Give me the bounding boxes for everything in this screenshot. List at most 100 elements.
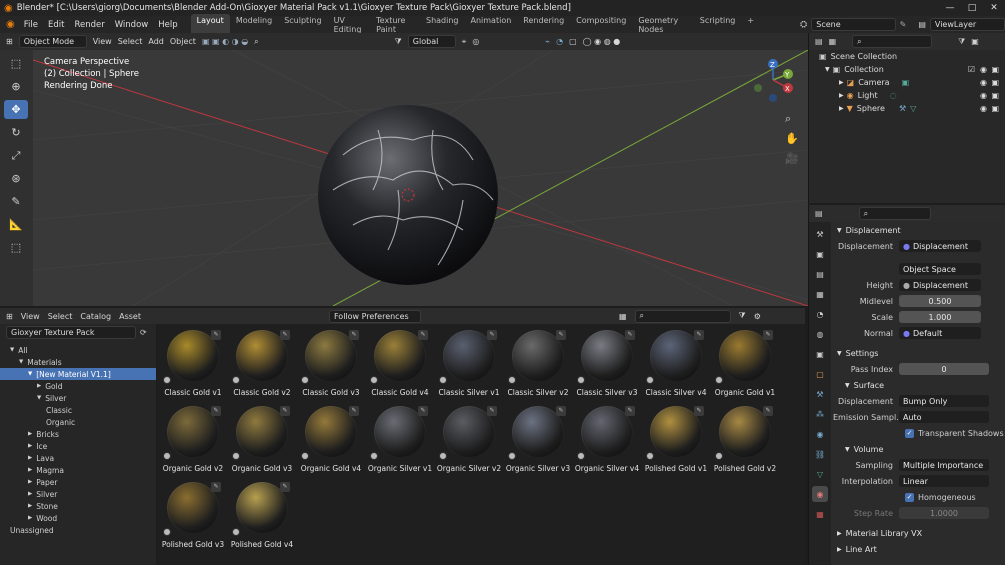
edit-asset-icon[interactable]: ✎ [763,406,773,416]
space-select[interactable]: Object Space [899,263,981,275]
asset-tile[interactable]: ✎ Organic Silver v4 [573,402,641,474]
move-tool-icon[interactable]: ✥ [4,100,28,119]
scene-collection-row[interactable]: ▣ Scene Collection [809,50,1005,63]
pass-index-input[interactable]: 0 [899,363,989,375]
checkbox-checked-icon[interactable]: ✓ [905,492,914,502]
annotate-tool-icon[interactable]: ✎ [4,192,28,211]
edit-asset-icon[interactable]: ✎ [625,330,635,340]
pan-hand-icon[interactable]: ✋ [785,132,799,145]
edit-asset-icon[interactable]: ✎ [211,482,221,492]
xray-icon[interactable]: ▢ [569,37,577,46]
asset-tile[interactable]: ✎ Organic Silver v2 [435,402,503,474]
display-mode-icon[interactable]: ▦ [619,312,627,321]
edit-asset-icon[interactable]: ✎ [694,406,704,416]
asset-tile[interactable]: ✎ Organic Gold v3 [228,402,296,474]
modifier-icon[interactable]: ⚒ [899,104,906,113]
edit-asset-icon[interactable]: ✎ [694,330,704,340]
expand-arrow-icon[interactable]: ▶ [28,479,32,485]
edit-asset-icon[interactable]: ✎ [487,330,497,340]
edit-asset-icon[interactable]: ✎ [418,406,428,416]
asset-tile[interactable]: ✎ Classic Gold v3 [297,326,365,398]
menu-file[interactable]: File [19,20,43,30]
browser-menu-view[interactable]: View [21,312,40,321]
menu-view[interactable]: View [93,37,112,46]
asset-tile[interactable]: ✎ Polished Gold v2 [711,402,779,474]
snap-icon[interactable]: ⌖ [462,37,467,47]
asset-tile[interactable]: ✎ Organic Gold v2 [159,402,227,474]
expand-arrow-icon[interactable]: ▶ [37,383,41,389]
camera-render-icon[interactable]: ▣ [991,65,999,74]
asset-tile[interactable]: ✎ Polished Gold v1 [642,402,710,474]
edit-asset-icon[interactable]: ✎ [280,330,290,340]
filter-icon[interactable]: ⧩ [739,311,746,321]
asset-tile[interactable]: ✎ Classic Gold v4 [366,326,434,398]
render-tab-icon[interactable]: ▣ [812,246,828,262]
edit-asset-icon[interactable]: ✎ [418,330,428,340]
sampling-select[interactable]: Multiple Importance [899,459,989,471]
edit-asset-icon[interactable]: ✎ [556,406,566,416]
catalog-item[interactable]: Classic [0,404,156,416]
texture-tab-icon[interactable]: ▦ [812,506,828,522]
gizmo-toggle-icon[interactable]: ⌁ [545,37,550,46]
camera-render-icon[interactable]: ▣ [991,78,999,87]
eye-icon[interactable]: ◉ [980,104,987,113]
minimize-button[interactable]: — [939,3,961,13]
catalog-item[interactable]: ▼ Materials [0,356,156,368]
expand-arrow-icon[interactable]: ▶ [28,515,32,521]
asset-tile[interactable]: ✎ Classic Silver v2 [504,326,572,398]
expand-arrow-icon[interactable]: ▶ [28,491,32,497]
select-mode-icons[interactable]: ▣ ▣ ◐ ◑ ◒ [202,37,248,46]
camera-data-icon[interactable]: ▣ [902,78,910,87]
asset-tile[interactable]: ✎ Classic Gold v1 [159,326,227,398]
blender-menu-icon[interactable]: ◉ [6,19,15,30]
3d-viewport[interactable]: Z Y X ⌕ ✋ 🎥 [33,50,808,306]
edit-asset-icon[interactable]: ✎ [211,330,221,340]
expand-arrow-icon[interactable]: ▶ [839,92,844,99]
catalog-item[interactable]: ▶ Ice [0,440,156,452]
maximize-button[interactable]: □ [961,3,983,13]
zoom-icon[interactable]: ⌕ [785,112,791,125]
expand-arrow-icon[interactable]: ▶ [28,443,32,449]
catalog-item[interactable]: ▶ Stone [0,500,156,512]
catalog-item[interactable]: ▶ Paper [0,476,156,488]
scene-selector[interactable]: Scene [811,18,896,31]
edit-asset-icon[interactable]: ✎ [280,406,290,416]
browser-menu-select[interactable]: Select [48,312,73,321]
light-data-icon[interactable]: ◌ [890,91,897,100]
outliner-item-camera[interactable]: ▶ ◪ Camera ▣ ◉ ▣ [809,76,1005,89]
cursor-tool-icon[interactable]: ⊕ [4,77,28,96]
measure-tool-icon[interactable]: 📐 [4,215,28,234]
volume-panel-header[interactable]: ▼ Volume [833,441,1005,457]
catalog-item[interactable]: ▼ Silver [0,392,156,404]
collapse-arrow-icon[interactable]: ▼ [37,395,41,401]
eye-icon[interactable]: ◉ [980,78,987,87]
expand-arrow-icon[interactable]: ▶ [839,79,844,86]
asset-tile[interactable]: ✎ Classic Silver v4 [642,326,710,398]
search-icon[interactable]: ⌕ [254,37,258,47]
midlevel-input[interactable]: 0.500 [899,295,981,307]
display-mode-icon[interactable]: ▦ [829,37,837,46]
view-layer-tab-icon[interactable]: ▦ [812,286,828,302]
material-icon[interactable]: ▽ [910,104,916,113]
catalog-item[interactable]: ▶ Wood [0,512,156,524]
asset-tile[interactable]: ✎ Classic Silver v3 [573,326,641,398]
catalog-item[interactable]: ▶ Bricks [0,428,156,440]
catalog-item[interactable]: ▶ Magma [0,464,156,476]
camera-render-icon[interactable]: ▣ [991,104,999,113]
menu-window[interactable]: Window [110,20,154,30]
modifier-tab-icon[interactable]: ⚒ [812,386,828,402]
close-button[interactable]: ✕ [983,3,1005,13]
properties-editor-icon[interactable]: ▤ [815,209,823,218]
edit-asset-icon[interactable]: ✎ [487,406,497,416]
expand-arrow-icon[interactable]: ▶ [839,105,844,112]
overlay-toggle-icon[interactable]: ◔ [556,37,563,46]
checkbox-checked-icon[interactable]: ✓ [905,428,914,438]
catalog-item[interactable]: ▶ Lava [0,452,156,464]
camera-render-icon[interactable]: ▣ [991,91,999,100]
asset-tile[interactable]: ✎ Organic Silver v1 [366,402,434,474]
sphere-object[interactable] [318,105,498,285]
asset-editor-icon[interactable]: ⊞ [6,312,13,321]
asset-tile[interactable]: ✎ Polished Gold v3 [159,478,227,550]
edit-asset-icon[interactable]: ✎ [349,406,359,416]
camera-view-icon[interactable]: 🎥 [785,152,799,165]
